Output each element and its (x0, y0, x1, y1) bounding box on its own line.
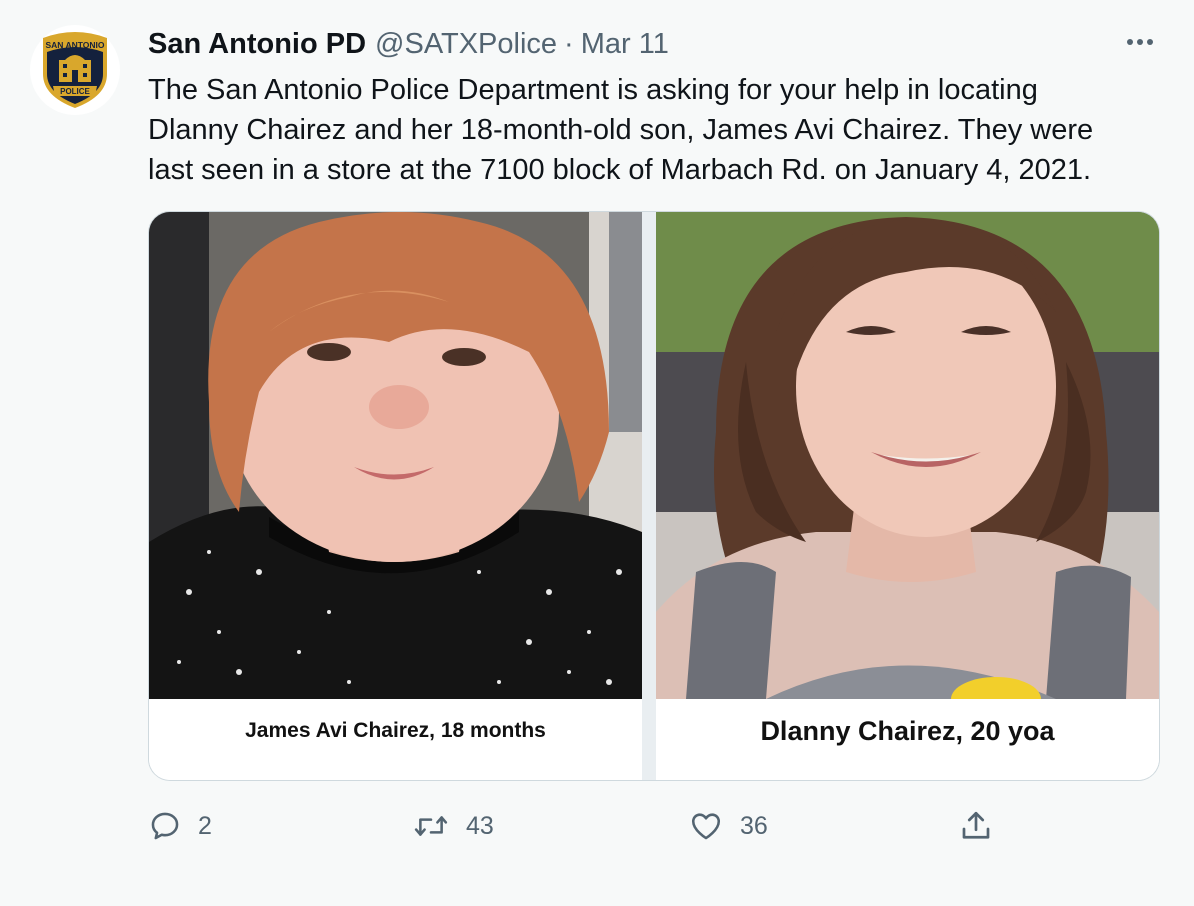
more-icon[interactable] (1120, 32, 1160, 52)
police-badge-icon: SAN ANTONIO POLICE (43, 32, 107, 108)
reply-count: 2 (198, 811, 212, 840)
avatar[interactable]: SAN ANTONIO POLICE (30, 25, 120, 115)
tweet-date[interactable]: Mar 11 (581, 28, 669, 61)
retweet-icon (414, 816, 448, 836)
share-button[interactable] (958, 806, 994, 846)
tweet[interactable]: SAN ANTONIO POLICE San Antonio PD @SATXP… (0, 0, 1194, 906)
heart-icon (691, 813, 721, 840)
reply-icon (151, 812, 179, 840)
child-caption: James Avi Chairez, 18 months (149, 699, 642, 780)
retweet-button[interactable]: 43 (412, 806, 494, 846)
user-handle[interactable]: @SATXPolice (375, 28, 557, 61)
media-divider (642, 212, 656, 780)
separator: · (564, 27, 574, 60)
tweet-header: San Antonio PD @SATXPolice · Mar 11 (148, 26, 669, 62)
reply-button[interactable]: 2 (148, 806, 212, 846)
like-button[interactable]: 36 (688, 806, 768, 846)
child-photo (149, 212, 642, 699)
badge-top-text: SAN ANTONIO (45, 40, 104, 50)
retweet-count: 43 (466, 811, 494, 840)
media-card-woman[interactable]: Dlanny Chairez, 20 yoa (656, 212, 1159, 780)
woman-caption: Dlanny Chairez, 20 yoa (656, 699, 1159, 780)
tweet-actions: 2 43 36 (0, 806, 1194, 846)
media-card-child[interactable]: James Avi Chairez, 18 months (149, 212, 642, 780)
share-icon (962, 811, 990, 839)
media-grid[interactable]: James Avi Chairez, 18 months Dlanny Chai… (148, 211, 1160, 781)
tweet-text: The San Antonio Police Department is ask… (148, 74, 1094, 186)
woman-photo (656, 212, 1159, 699)
display-name[interactable]: San Antonio PD (148, 28, 366, 61)
like-count: 36 (740, 811, 768, 840)
badge-bottom-text: POLICE (60, 87, 90, 96)
